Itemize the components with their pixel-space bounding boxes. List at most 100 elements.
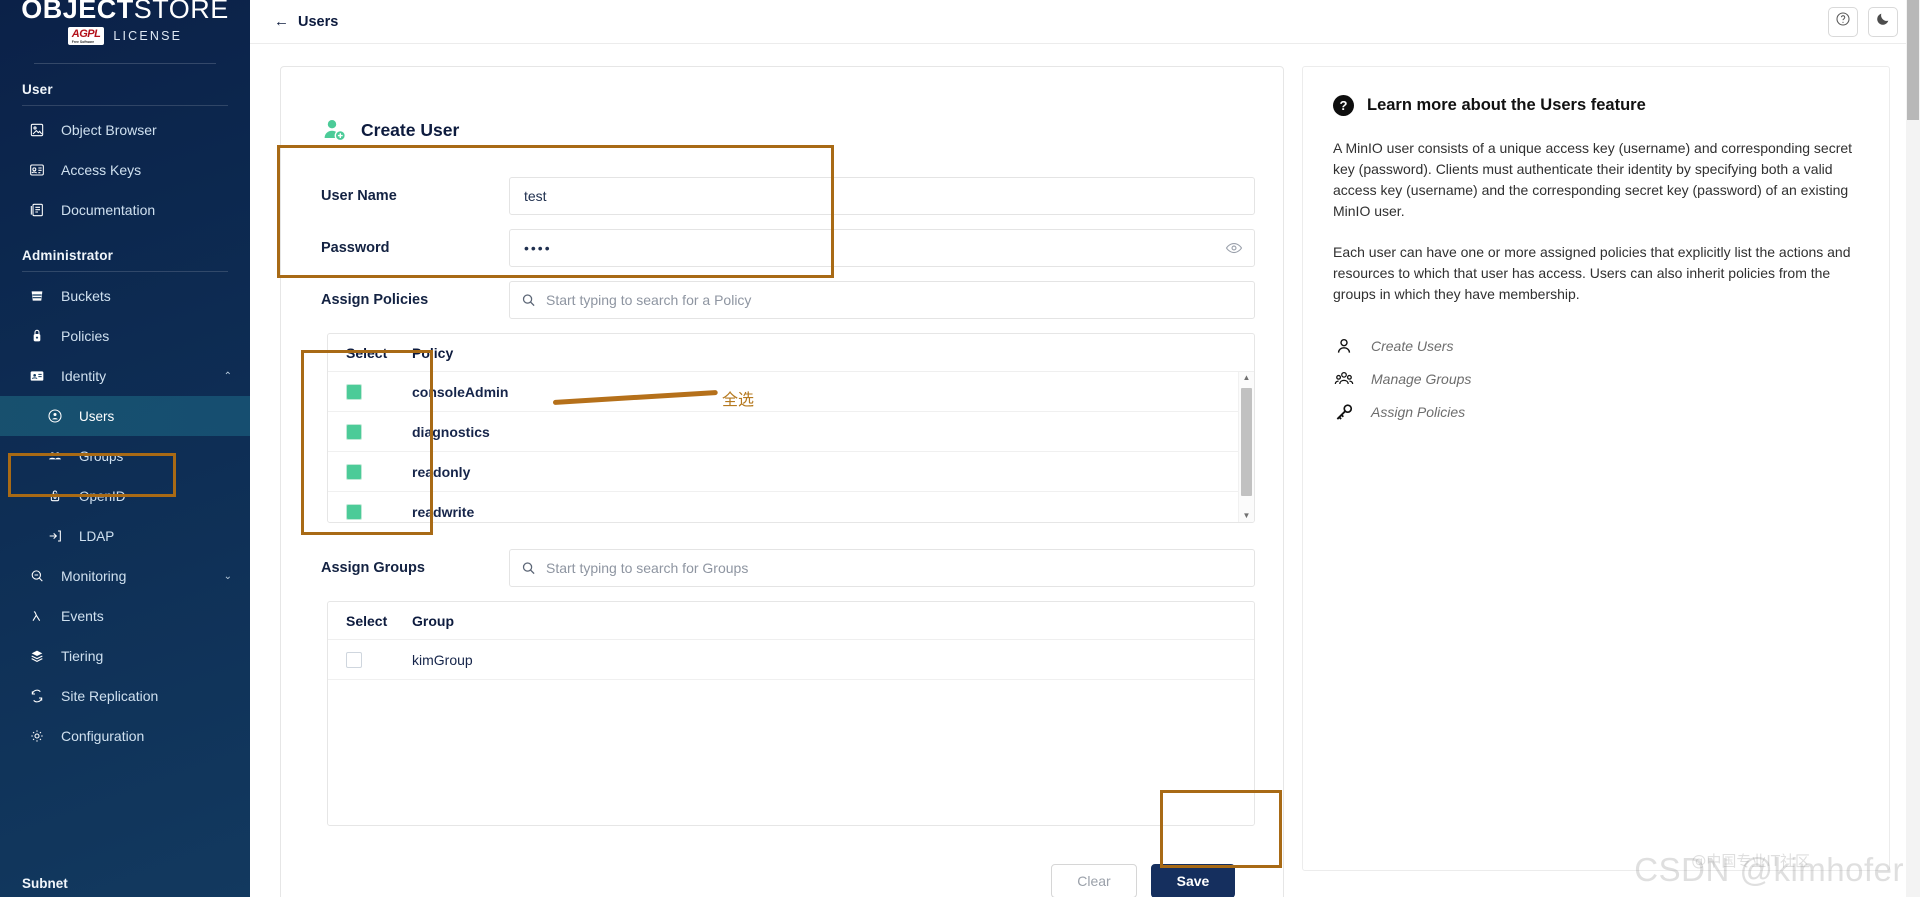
username-input[interactable] <box>509 177 1255 215</box>
person-icon <box>1333 336 1355 356</box>
clear-button[interactable]: Clear <box>1051 864 1137 897</box>
policy-checkbox[interactable] <box>346 464 362 480</box>
sidebar-item-object-browser[interactable]: Object Browser <box>0 110 250 150</box>
users-icon <box>46 407 64 425</box>
policy-checkbox[interactable] <box>346 424 362 440</box>
group-col-group: Group <box>412 613 454 629</box>
sidebar-item-ldap[interactable]: LDAP <box>0 516 250 556</box>
group-row-select-cell[interactable] <box>346 652 412 668</box>
sidebar-item-label: Object Browser <box>61 122 157 138</box>
sidebar-section-subnet: Subnet <box>22 876 68 891</box>
content-area: Create User User Name Password <box>250 44 1920 897</box>
sidebar-item-access-keys[interactable]: Access Keys <box>0 150 250 190</box>
sidebar-item-configuration[interactable]: Configuration <box>0 716 250 756</box>
policy-checkbox[interactable] <box>346 384 362 400</box>
group-checkbox[interactable] <box>346 652 362 668</box>
main-area: ← Users <box>250 0 1920 897</box>
logo-word-object: OBJECT <box>21 0 134 24</box>
sidebar-item-tiering[interactable]: Tiering <box>0 636 250 676</box>
scroll-down-arrow-icon[interactable]: ▼ <box>1243 512 1251 520</box>
sidebar-item-openid[interactable]: OpenID <box>0 476 250 516</box>
assign-policies-control <box>509 281 1255 319</box>
group-search-input[interactable] <box>509 549 1255 587</box>
info-link-manage-groups[interactable]: Manage Groups <box>1333 362 1855 395</box>
sidebar-item-label: Monitoring <box>61 568 126 584</box>
brand-logo: OBJECTSTORE AGPLFree Software LICENSE <box>0 0 250 64</box>
group-col-select: Select <box>346 613 412 629</box>
identity-icon <box>28 367 46 385</box>
sidebar-item-identity[interactable]: Identity ⌃ <box>0 356 250 396</box>
table-row[interactable]: readwrite <box>328 492 1254 522</box>
form-actions: Clear Save <box>309 864 1235 897</box>
top-bar-actions <box>1828 7 1898 37</box>
form-header: Create User <box>321 117 1255 143</box>
logo-title: OBJECTSTORE <box>12 0 238 24</box>
password-control <box>509 229 1255 267</box>
sidebar-item-policies[interactable]: Policies <box>0 316 250 356</box>
documentation-icon <box>28 201 46 219</box>
username-label: User Name <box>309 188 509 204</box>
sidebar-item-groups[interactable]: Groups <box>0 436 250 476</box>
access-keys-icon <box>28 161 46 179</box>
policies-icon <box>28 327 46 345</box>
info-link-assign-policies[interactable]: Assign Policies <box>1333 395 1855 428</box>
sidebar-item-monitoring[interactable]: Monitoring ⌄ <box>0 556 250 596</box>
sidebar-item-label: LDAP <box>79 529 114 544</box>
policy-row-select-cell[interactable] <box>346 424 412 440</box>
policy-row-select-cell[interactable] <box>346 504 412 520</box>
info-panel-header: ? Learn more about the Users feature <box>1333 95 1855 116</box>
scroll-up-arrow-icon[interactable]: ▲ <box>1243 374 1251 382</box>
configuration-icon <box>28 727 46 745</box>
agpl-badge: AGPLFree Software <box>68 27 105 45</box>
page-scrollbar[interactable] <box>1906 0 1920 897</box>
sidebar-section-user: User <box>0 64 250 105</box>
scrollbar-thumb[interactable] <box>1241 388 1252 496</box>
sidebar-item-label: Identity <box>61 368 106 384</box>
search-icon <box>521 293 536 308</box>
policy-row-select-cell[interactable] <box>346 464 412 480</box>
group-table-body: kimGroup <box>328 640 1254 825</box>
policy-table-scrollbar[interactable]: ▲ ▼ <box>1238 372 1254 522</box>
sidebar-item-label: Groups <box>79 449 123 464</box>
policy-row-select-cell[interactable] <box>346 384 412 400</box>
password-row: Password <box>309 229 1255 267</box>
table-row[interactable]: readonly <box>328 452 1254 492</box>
dark-mode-moon-icon <box>1875 11 1891 32</box>
table-row[interactable]: diagnostics <box>328 412 1254 452</box>
openid-icon <box>46 487 64 505</box>
info-panel-title: Learn more about the Users feature <box>1367 96 1646 115</box>
sidebar-item-users[interactable]: Users <box>0 396 250 436</box>
logo-subline: AGPLFree Software LICENSE <box>12 27 238 45</box>
help-circle-icon <box>1835 11 1851 32</box>
page-scrollbar-thumb[interactable] <box>1907 0 1919 120</box>
sidebar-item-site-replication[interactable]: Site Replication <box>0 676 250 716</box>
site-replication-icon <box>28 687 46 705</box>
info-panel: ? Learn more about the Users feature A M… <box>1302 66 1890 871</box>
table-row[interactable]: kimGroup <box>328 640 1254 680</box>
dark-mode-toggle[interactable] <box>1868 7 1898 37</box>
help-button[interactable] <box>1828 7 1858 37</box>
sidebar-item-events[interactable]: Events <box>0 596 250 636</box>
save-button[interactable]: Save <box>1151 864 1235 897</box>
key-icon <box>1333 402 1355 422</box>
table-row[interactable]: consoleAdmin <box>328 372 1254 412</box>
sidebar-item-documentation[interactable]: Documentation <box>0 190 250 230</box>
sidebar-item-label: OpenID <box>79 489 126 504</box>
sidebar-item-label: Documentation <box>61 202 155 218</box>
info-link-create-users[interactable]: Create Users <box>1333 329 1855 362</box>
policy-name: consoleAdmin <box>412 384 508 400</box>
policy-name: readwrite <box>412 504 474 520</box>
policy-table-body: consoleAdmin diagnostics readonly <box>328 372 1254 522</box>
password-label: Password <box>309 240 509 256</box>
password-input[interactable] <box>509 229 1255 267</box>
group-table-header: Select Group <box>328 602 1254 640</box>
sidebar-item-buckets[interactable]: Buckets <box>0 276 250 316</box>
sidebar-item-label: Policies <box>61 328 109 344</box>
back-to-users-link[interactable]: ← Users <box>274 14 338 30</box>
policy-table-header: Select Policy <box>328 334 1254 372</box>
eye-icon[interactable] <box>1225 239 1243 257</box>
info-link-label: Assign Policies <box>1371 404 1465 420</box>
policy-search-input[interactable] <box>509 281 1255 319</box>
panels-row: Create User User Name Password <box>280 66 1890 897</box>
policy-checkbox[interactable] <box>346 504 362 520</box>
